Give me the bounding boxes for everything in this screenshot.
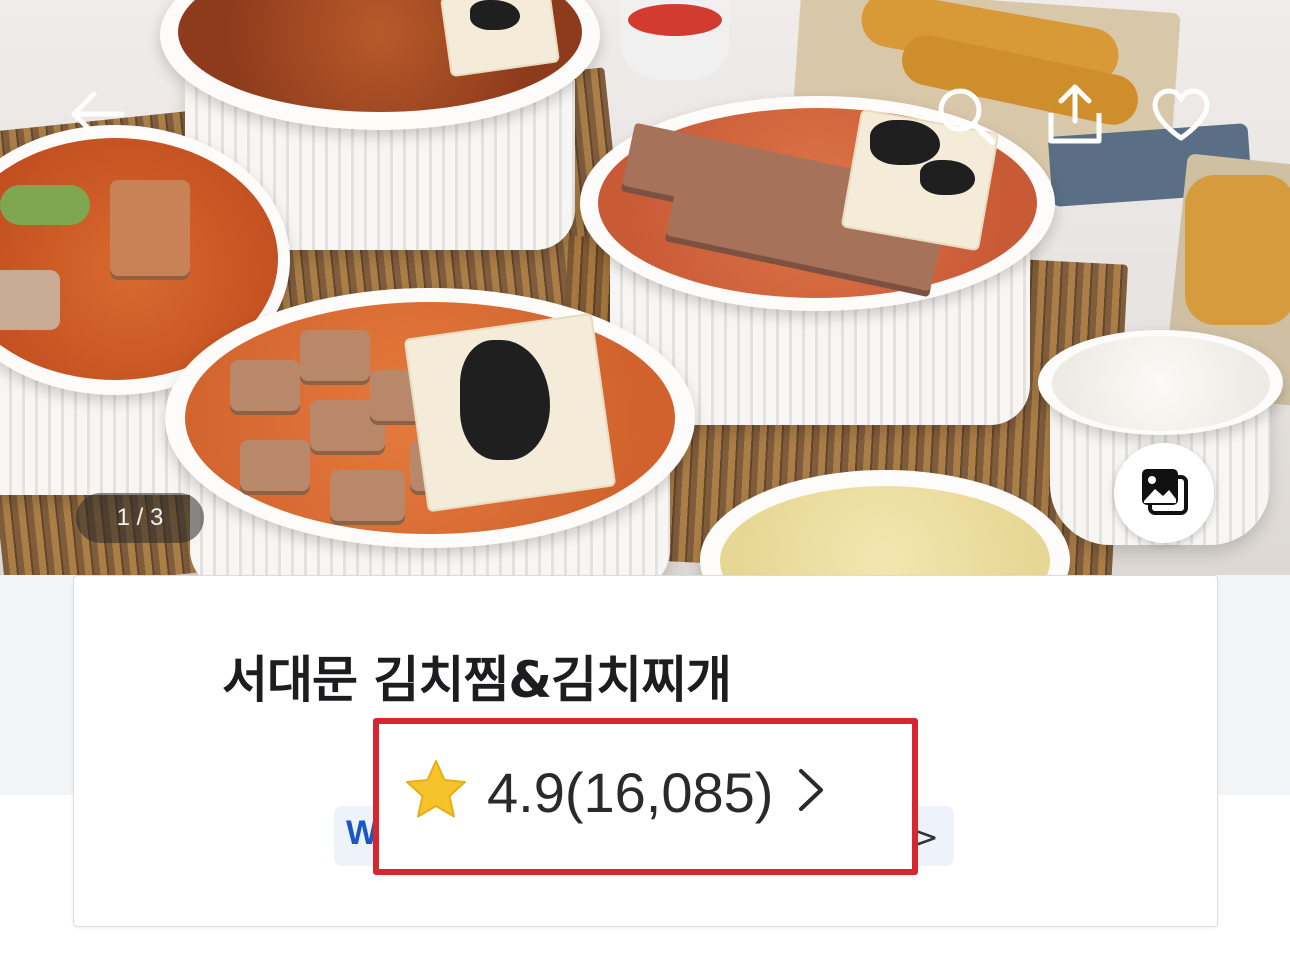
image-page-counter: 1 / 3 (76, 493, 204, 543)
fried-chicken (1185, 175, 1290, 325)
rating-link[interactable]: 4.9(16,085) (403, 752, 831, 832)
share-icon (1043, 81, 1107, 147)
arrow-left-icon (68, 90, 126, 138)
pork (330, 470, 405, 525)
fishcake (0, 270, 60, 330)
rice (1052, 336, 1270, 431)
page-counter-text: 1 / 3 (116, 504, 164, 531)
star-icon (403, 758, 469, 826)
seaweed (920, 160, 975, 195)
pork (240, 440, 310, 495)
rating-value: 4.9(16,085) (487, 760, 774, 824)
search-button[interactable] (928, 80, 1002, 150)
search-icon (932, 84, 998, 146)
sauce (628, 4, 722, 36)
back-button[interactable] (62, 84, 132, 144)
gallery-button[interactable] (1114, 443, 1214, 543)
seaweed (470, 0, 520, 30)
pork (300, 330, 370, 385)
green-onion (0, 185, 90, 225)
image-gallery-icon (1138, 465, 1190, 521)
store-name: 서대문 김치찜&김치찌개 (222, 651, 732, 709)
favorite-button[interactable] (1148, 86, 1214, 144)
heart-icon (1151, 88, 1211, 142)
pork (230, 360, 300, 415)
chevron-right-icon (791, 765, 831, 819)
share-button[interactable] (1040, 78, 1110, 150)
kimchi (110, 180, 190, 280)
